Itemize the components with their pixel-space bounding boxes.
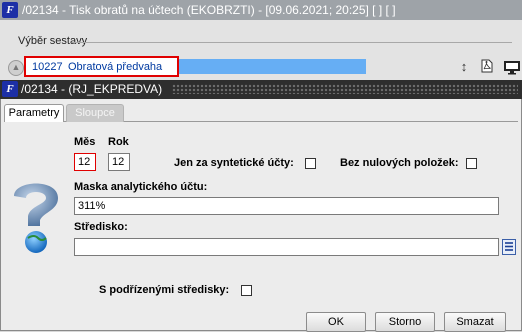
legend-divider bbox=[72, 42, 512, 43]
report-selection-legend: Výběr sestavy bbox=[18, 35, 88, 47]
report-code: 10227 bbox=[32, 61, 63, 73]
year-label: Rok bbox=[108, 136, 129, 148]
sort-icon[interactable]: ↕ bbox=[456, 59, 472, 75]
dialog-logo-icon: F bbox=[2, 81, 18, 97]
delete-button[interactable]: Smazat bbox=[444, 312, 506, 332]
month-input[interactable]: 12 bbox=[74, 153, 96, 171]
cancel-button[interactable]: Storno bbox=[375, 312, 435, 332]
no-zero-items-checkbox[interactable] bbox=[466, 158, 477, 169]
analytic-mask-label: Maska analytického účtu: bbox=[74, 181, 208, 193]
center-label: Středisko: bbox=[74, 221, 128, 233]
analytic-mask-input[interactable]: 311% bbox=[74, 197, 499, 215]
ok-button[interactable]: OK bbox=[306, 312, 366, 332]
tab-parametry[interactable]: Parametry bbox=[4, 104, 64, 122]
tab-sloupce[interactable]: Sloupce bbox=[66, 104, 124, 122]
month-label: Měs bbox=[74, 136, 96, 148]
list-picker-icon[interactable] bbox=[502, 239, 516, 255]
sub-centers-label: S podřízenými středisky: bbox=[99, 284, 230, 296]
synthetic-only-checkbox[interactable] bbox=[305, 158, 316, 169]
year-input[interactable]: 12 bbox=[108, 153, 130, 171]
no-zero-items-label: Bez nulových položek: bbox=[340, 157, 459, 169]
app-logo-icon: F bbox=[2, 2, 18, 18]
titlebar-drag-handle[interactable] bbox=[172, 84, 518, 94]
pdf-icon[interactable] bbox=[479, 59, 495, 75]
monitor-icon[interactable] bbox=[503, 59, 521, 75]
synthetic-only-label: Jen za syntetické účty: bbox=[174, 157, 294, 169]
center-input[interactable] bbox=[74, 238, 499, 256]
help-question-icon bbox=[14, 183, 58, 253]
report-name: Obratová předvaha bbox=[68, 61, 163, 73]
dialog-title: /02134 - (RJ_EKPREDVA) bbox=[21, 82, 163, 96]
scroll-up-icon[interactable]: ▲ bbox=[8, 60, 24, 76]
sub-centers-checkbox[interactable] bbox=[241, 285, 252, 296]
background-window-title: /02134 - Tisk obratů na účtech (EKOBRZTI… bbox=[22, 3, 396, 17]
